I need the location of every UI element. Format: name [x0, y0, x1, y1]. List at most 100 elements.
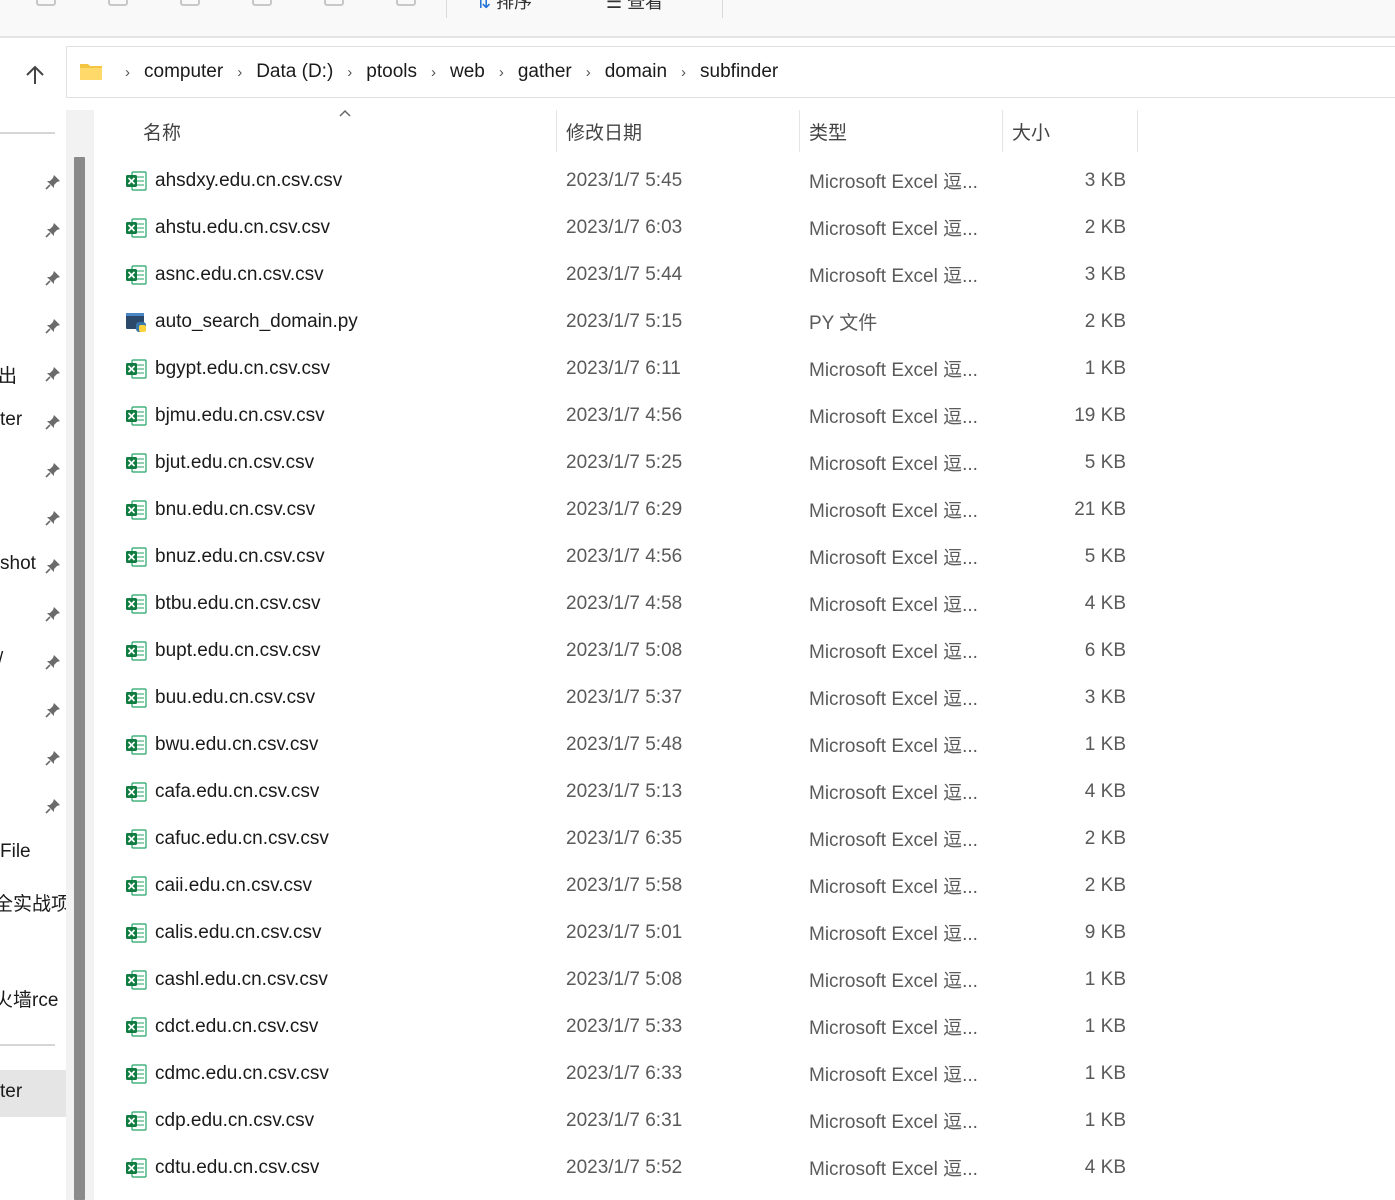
pin-icon[interactable] [44, 413, 62, 431]
file-row[interactable]: cafuc.edu.cn.csv.csv 2023/1/7 6:35 Microso… [94, 815, 1144, 862]
nav-item-label[interactable]: 出 [0, 361, 17, 388]
breadcrumb-item[interactable]: gather [518, 61, 572, 83]
pin-icon[interactable] [44, 365, 62, 383]
file-row[interactable]: ahstu.edu.cn.csv.csv 2023/1/7 6:03 Microso… [94, 204, 1144, 251]
nav-item-label[interactable]: ter [0, 1081, 22, 1103]
rename-icon[interactable] [324, 0, 344, 6]
file-name[interactable]: bjmu.edu.cn.csv.csv [155, 392, 325, 439]
column-header-type[interactable]: 类型 [809, 110, 847, 152]
excel-icon [125, 170, 147, 192]
sort-button[interactable]: ⇅ 排序 [476, 0, 532, 14]
chevron-right-icon[interactable]: › [125, 64, 130, 81]
file-name[interactable]: bnu.edu.cn.csv.csv [155, 486, 315, 533]
file-name[interactable]: bupt.edu.cn.csv.csv [155, 627, 320, 674]
pin-icon[interactable] [44, 749, 62, 767]
pin-icon[interactable] [44, 221, 62, 239]
chevron-right-icon[interactable]: › [431, 64, 436, 81]
column-header-date[interactable]: 修改日期 [566, 110, 642, 152]
new-icon[interactable] [36, 0, 56, 6]
file-name[interactable]: cashl.edu.cn.csv.csv [155, 956, 328, 1003]
file-row[interactable]: bgypt.edu.cn.csv.csv 2023/1/7 6:11 Microso… [94, 345, 1144, 392]
pin-icon[interactable] [44, 173, 62, 191]
chevron-right-icon[interactable]: › [681, 64, 686, 81]
file-row[interactable]: bupt.edu.cn.csv.csv 2023/1/7 5:08 Microsof… [94, 627, 1144, 674]
nav-item-label[interactable]: / [0, 649, 3, 671]
file-name[interactable]: cafa.edu.cn.csv.csv [155, 768, 319, 815]
breadcrumb-item[interactable]: subfinder [700, 61, 778, 83]
pin-icon[interactable] [44, 701, 62, 719]
scrollbar-thumb[interactable] [74, 157, 85, 1200]
chevron-right-icon[interactable]: › [586, 64, 591, 81]
pin-icon[interactable] [44, 461, 62, 479]
column-header-name[interactable]: 名称 [143, 110, 181, 152]
breadcrumb-item[interactable]: web [450, 61, 485, 83]
up-button[interactable] [18, 58, 52, 92]
view-button[interactable]: ☰ 查看 [606, 0, 663, 14]
chevron-right-icon[interactable]: › [237, 64, 242, 81]
file-row[interactable]: bnuz.edu.cn.csv.csv 2023/1/7 4:56 Microsof… [94, 533, 1144, 580]
file-name[interactable]: cdmc.edu.cn.csv.csv [155, 1050, 329, 1097]
file-row[interactable]: caii.edu.cn.csv.csv 2023/1/7 5:58 Microsof… [94, 862, 1144, 909]
pin-icon[interactable] [44, 269, 62, 287]
file-name[interactable]: buu.edu.cn.csv.csv [155, 674, 315, 721]
address-bar[interactable]: › computer › Data (D:) › ptools › web › gather › do… [66, 46, 1395, 98]
file-name[interactable]: calis.edu.cn.csv.csv [155, 909, 321, 956]
file-name[interactable]: bwu.edu.cn.csv.csv [155, 721, 318, 768]
file-row[interactable]: buu.edu.cn.csv.csv 2023/1/7 5:37 Microsoft… [94, 674, 1144, 721]
file-row[interactable]: cdmc.edu.cn.csv.csv 2023/1/7 6:33 Microsof… [94, 1050, 1144, 1097]
file-row[interactable]: ahsdxy.edu.cn.csv.csv 2023/1/7 5:45 Micros… [94, 157, 1144, 204]
file-name[interactable]: btbu.edu.cn.csv.csv [155, 580, 320, 627]
file-row[interactable]: cashl.edu.cn.csv.csv 2023/1/7 5:08 Microso… [94, 956, 1144, 1003]
nav-item-label[interactable]: shot [0, 553, 36, 575]
file-name[interactable]: cafuc.edu.cn.csv.csv [155, 815, 329, 862]
share-icon[interactable] [396, 0, 416, 6]
chevron-right-icon[interactable]: › [347, 64, 352, 81]
nav-item-label[interactable]: ter [0, 409, 22, 431]
column-header-size[interactable]: 大小 [1012, 110, 1050, 152]
file-row[interactable]: cafa.edu.cn.csv.csv 2023/1/7 5:13 Microsof… [94, 768, 1144, 815]
pin-icon[interactable] [44, 317, 62, 335]
pin-icon[interactable] [44, 557, 62, 575]
breadcrumb-item[interactable]: ptools [366, 61, 417, 83]
file-row[interactable]: bnu.edu.cn.csv.csv 2023/1/7 6:29 Microsoft… [94, 486, 1144, 533]
chevron-right-icon[interactable]: › [499, 64, 504, 81]
breadcrumb-item[interactable]: domain [605, 61, 667, 83]
file-name[interactable]: cdtu.edu.cn.csv.csv [155, 1144, 319, 1191]
paste-icon[interactable] [252, 0, 272, 6]
file-row[interactable]: cdct.edu.cn.csv.csv 2023/1/7 5:33 Microsof… [94, 1003, 1144, 1050]
file-row[interactable]: asnc.edu.cn.csv.csv 2023/1/7 5:44 Microsof… [94, 251, 1144, 298]
file-row[interactable]: btbu.edu.cn.csv.csv 2023/1/7 4:58 Microsof… [94, 580, 1144, 627]
pin-icon[interactable] [44, 605, 62, 623]
file-name[interactable]: bgypt.edu.cn.csv.csv [155, 345, 330, 392]
file-row[interactable]: bjmu.edu.cn.csv.csv 2023/1/7 4:56 Microsof… [94, 392, 1144, 439]
pin-icon[interactable] [44, 797, 62, 815]
breadcrumb-item[interactable]: Data (D:) [256, 61, 333, 83]
pin-icon[interactable] [44, 653, 62, 671]
file-row[interactable]: cdp.edu.cn.csv.csv 2023/1/7 6:31 Microsoft… [94, 1097, 1144, 1144]
file-name[interactable]: ahstu.edu.cn.csv.csv [155, 204, 330, 251]
file-name[interactable]: ahsdxy.edu.cn.csv.csv [155, 157, 342, 204]
column-divider[interactable] [556, 110, 557, 152]
nav-item-label[interactable]: File [0, 841, 31, 863]
column-divider[interactable] [1137, 110, 1138, 152]
nav-item-label[interactable]: 火墙rce [0, 985, 58, 1012]
column-divider[interactable] [1002, 110, 1003, 152]
column-divider[interactable] [799, 110, 800, 152]
nav-item-label[interactable]: 全实战项 [0, 889, 66, 916]
file-name[interactable]: auto_search_domain.py [155, 298, 358, 345]
breadcrumb-item[interactable]: computer [144, 61, 223, 83]
file-name[interactable]: bnuz.edu.cn.csv.csv [155, 533, 325, 580]
file-row[interactable]: cdtu.edu.cn.csv.csv 2023/1/7 5:52 Microsof… [94, 1144, 1144, 1191]
file-row[interactable]: auto_search_domain.py 2023/1/7 5:15 PY 文件 2… [94, 298, 1144, 345]
cut-icon[interactable] [108, 0, 128, 6]
file-name[interactable]: bjut.edu.cn.csv.csv [155, 439, 314, 486]
file-name[interactable]: asnc.edu.cn.csv.csv [155, 251, 324, 298]
file-name[interactable]: cdct.edu.cn.csv.csv [155, 1003, 318, 1050]
copy-icon[interactable] [180, 0, 200, 6]
file-row[interactable]: bjut.edu.cn.csv.csv 2023/1/7 5:25 Microsof… [94, 439, 1144, 486]
pin-icon[interactable] [44, 509, 62, 527]
file-name[interactable]: cdp.edu.cn.csv.csv [155, 1097, 314, 1144]
file-row[interactable]: calis.edu.cn.csv.csv 2023/1/7 5:01 Microso… [94, 909, 1144, 956]
file-row[interactable]: bwu.edu.cn.csv.csv 2023/1/7 5:48 Microsoft… [94, 721, 1144, 768]
file-name[interactable]: caii.edu.cn.csv.csv [155, 862, 312, 909]
